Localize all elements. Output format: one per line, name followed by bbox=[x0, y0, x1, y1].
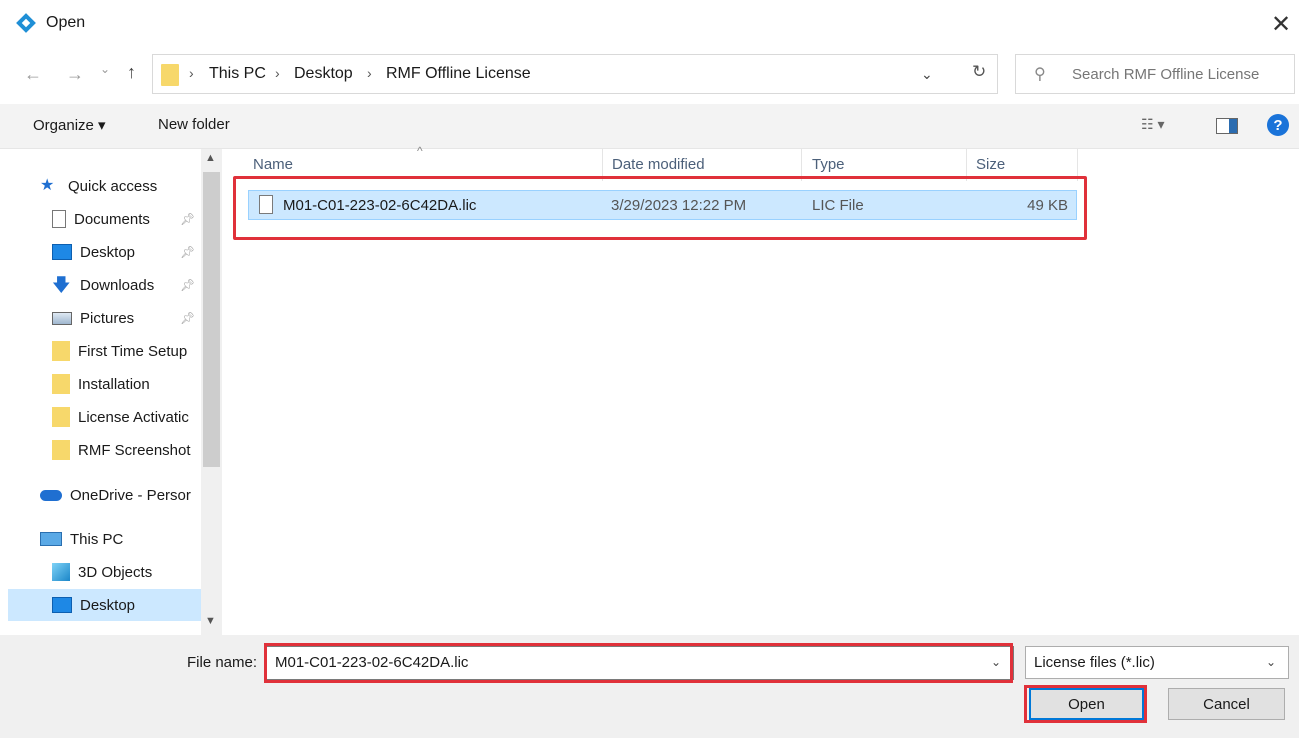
sidebar-item-label: 3D Objects bbox=[78, 563, 153, 581]
app-icon bbox=[16, 13, 36, 33]
breadcrumb-separator: › bbox=[189, 65, 194, 81]
search-input[interactable]: Search RMF Offline License bbox=[1072, 66, 1259, 83]
organize-button[interactable]: Organize ▾ bbox=[33, 116, 106, 134]
forward-button[interactable]: → bbox=[66, 64, 84, 85]
pin-icon: 📌︎ bbox=[180, 212, 196, 226]
breadcrumb-rmf-offline-license[interactable]: RMF Offline License bbox=[386, 65, 531, 83]
sidebar-item-label: Desktop bbox=[80, 596, 136, 614]
sidebar-item-rmf-screenshot[interactable]: RMF Screenshot bbox=[52, 434, 191, 466]
file-highlight-box bbox=[233, 176, 1087, 240]
sidebar-item-installation[interactable]: Installation bbox=[52, 368, 150, 400]
file-name-highlight-box bbox=[264, 643, 1013, 683]
sidebar-item-first-time-setup[interactable]: First Time Setup bbox=[52, 335, 187, 367]
breadcrumb-this-pc[interactable]: This PC bbox=[209, 65, 266, 83]
onedrive-icon bbox=[40, 489, 62, 501]
column-header-size[interactable]: Size bbox=[976, 156, 1005, 173]
downloads-icon: 🡇 bbox=[52, 275, 71, 295]
pin-icon: 📌︎ bbox=[180, 245, 196, 259]
sidebar-item-pictures[interactable]: Pictures bbox=[52, 302, 134, 334]
sidebar-item-documents[interactable]: Documents bbox=[52, 203, 150, 235]
recent-locations-button[interactable]: ⌄ bbox=[100, 62, 110, 76]
sidebar-item-this-pc[interactable]: This PC bbox=[40, 523, 123, 555]
column-header-type[interactable]: Type bbox=[812, 156, 845, 173]
3d-objects-icon bbox=[52, 563, 70, 581]
sidebar-item-label: Desktop bbox=[80, 243, 136, 261]
sidebar-item-3d-objects[interactable]: 3D Objects bbox=[52, 556, 152, 588]
command-bar: Organize ▾ New folder ☷ ▾ ? bbox=[0, 104, 1299, 149]
sidebar-item-label: Documents bbox=[74, 210, 150, 228]
sidebar-item-label: Installation bbox=[78, 375, 150, 393]
column-header-name[interactable]: Name bbox=[253, 156, 293, 173]
file-type-filter-value[interactable]: License files (*.lic) bbox=[1034, 654, 1155, 671]
file-type-filter[interactable]: License files (*.lic) ⌄ bbox=[1025, 646, 1289, 679]
refresh-icon[interactable]: ↻ bbox=[972, 62, 986, 82]
title-bar: Open ✕ bbox=[0, 0, 1299, 50]
star-icon: ★ bbox=[40, 177, 55, 194]
pin-icon: 📌︎ bbox=[180, 278, 196, 292]
folder-icon bbox=[52, 341, 70, 361]
view-options-icon[interactable]: ☷ ▾ bbox=[1141, 116, 1164, 133]
help-icon[interactable]: ? bbox=[1267, 114, 1289, 136]
open-highlight-box bbox=[1024, 685, 1147, 723]
breadcrumb-separator: › bbox=[275, 65, 280, 81]
chevron-down-icon[interactable]: ⌄ bbox=[921, 66, 933, 83]
navigation-pane: ★ Quick access Documents 📌︎ Desktop 📌︎ 🡇… bbox=[0, 149, 222, 635]
sidebar-item-desktop-selected[interactable]: Desktop bbox=[52, 589, 135, 621]
sidebar-item-label: Pictures bbox=[80, 309, 135, 327]
up-button[interactable]: ↑ bbox=[127, 62, 136, 83]
breadcrumb-desktop[interactable]: Desktop bbox=[294, 65, 353, 83]
folder-icon bbox=[161, 64, 179, 86]
sidebar-item-onedrive[interactable]: OneDrive - Persor bbox=[40, 479, 191, 511]
folder-icon bbox=[52, 407, 70, 427]
sidebar-item-desktop[interactable]: Desktop bbox=[52, 236, 135, 268]
pictures-icon bbox=[52, 311, 72, 325]
desktop-icon bbox=[52, 597, 72, 613]
sidebar-item-label: Quick access bbox=[68, 177, 158, 195]
folder-icon bbox=[52, 374, 70, 394]
chevron-down-icon[interactable]: ⌄ bbox=[1266, 655, 1276, 669]
window-title: Open bbox=[46, 14, 86, 31]
sidebar-item-quick-access[interactable]: ★ Quick access bbox=[40, 170, 157, 202]
documents-icon bbox=[52, 210, 66, 228]
sidebar-item-license-activation[interactable]: License Activatic bbox=[52, 401, 189, 433]
sort-ascending-icon: ^ bbox=[417, 144, 423, 158]
sidebar-item-label: First Time Setup bbox=[78, 342, 188, 360]
scrollbar-thumb[interactable] bbox=[203, 172, 220, 467]
search-icon: ⚲ bbox=[1034, 66, 1046, 83]
breadcrumb-separator: › bbox=[367, 65, 372, 81]
back-button[interactable]: ← bbox=[24, 64, 42, 85]
address-bar[interactable]: › This PC › Desktop › RMF Offline Licens… bbox=[152, 54, 998, 94]
column-header-date-modified[interactable]: Date modified bbox=[612, 156, 705, 173]
sidebar-item-label: License Activatic bbox=[78, 408, 189, 426]
sidebar-item-downloads[interactable]: 🡇 Downloads bbox=[52, 269, 154, 301]
scroll-down-icon[interactable]: ▼ bbox=[205, 615, 216, 627]
cancel-button[interactable]: Cancel bbox=[1168, 688, 1285, 720]
new-folder-button[interactable]: New folder bbox=[158, 116, 230, 133]
file-name-label: File name: bbox=[187, 654, 258, 671]
pc-icon bbox=[40, 532, 62, 546]
pin-icon: 📌︎ bbox=[180, 311, 196, 325]
desktop-icon bbox=[52, 244, 72, 260]
sidebar-item-label: Downloads bbox=[80, 276, 155, 294]
sidebar-item-label: OneDrive - Persor bbox=[70, 486, 191, 504]
sidebar-item-label: RMF Screenshot bbox=[78, 441, 191, 459]
preview-pane-icon[interactable] bbox=[1216, 118, 1238, 134]
sidebar-item-label: This PC bbox=[70, 530, 124, 548]
close-button[interactable]: ✕ bbox=[1266, 8, 1296, 40]
scroll-up-icon[interactable]: ▲ bbox=[205, 152, 216, 164]
search-box[interactable]: ⚲ Search RMF Offline License bbox=[1015, 54, 1295, 94]
folder-icon bbox=[52, 440, 70, 460]
